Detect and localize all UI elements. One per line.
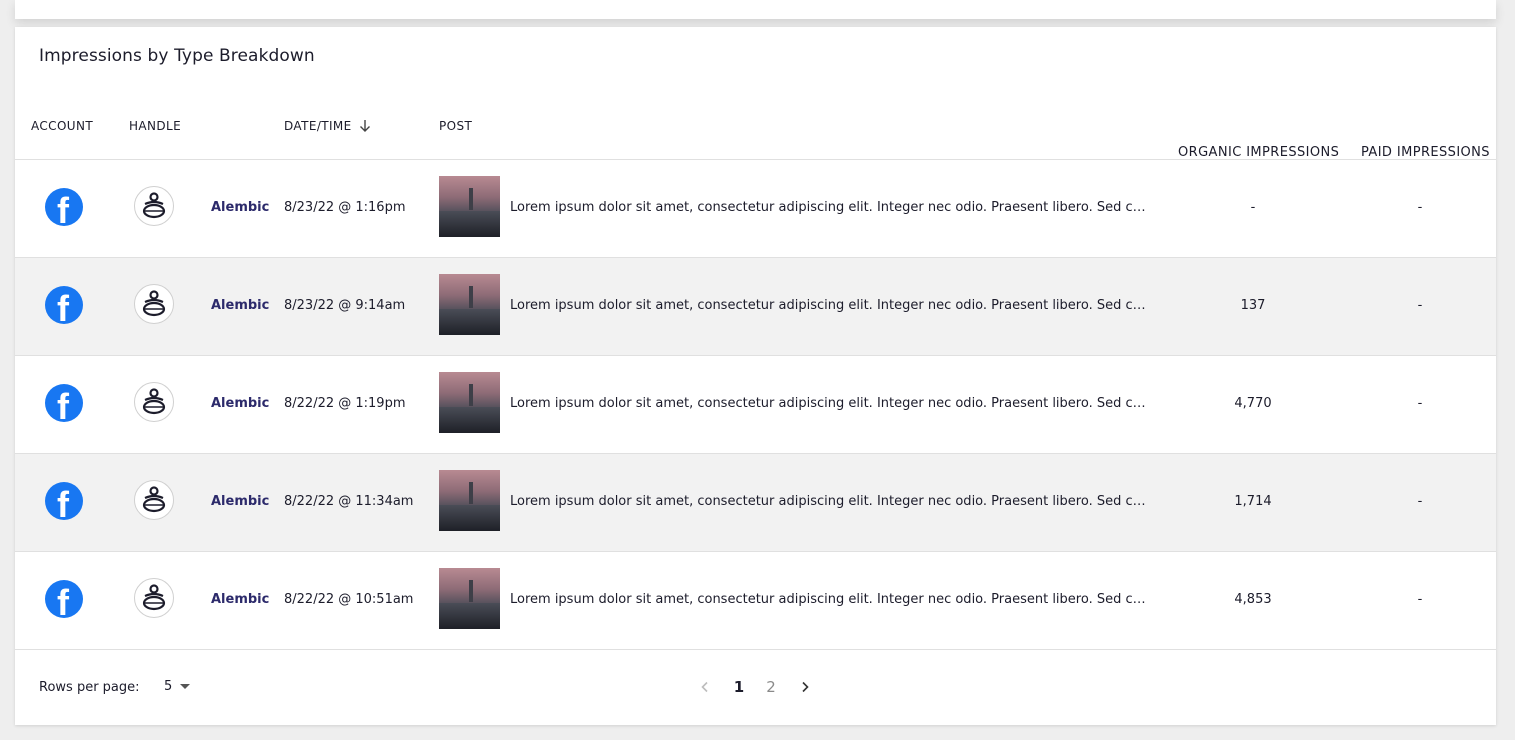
post-text[interactable]: Lorem ipsum dolor sit amet, consectetur … xyxy=(510,592,1150,607)
alembic-avatar xyxy=(134,480,174,520)
alembic-logo-icon xyxy=(142,290,166,317)
organic-impressions-value: 4,853 xyxy=(1234,592,1272,607)
alembic-avatar xyxy=(134,578,174,618)
table-header: ACCOUNT HANDLE DATE/TIME POST ORGANIC IM… xyxy=(15,105,1496,160)
paid-impressions-value: - xyxy=(1417,494,1423,509)
alembic-avatar xyxy=(134,186,174,226)
post-thumbnail[interactable] xyxy=(439,176,500,237)
post-thumbnail[interactable] xyxy=(439,274,500,335)
column-header-post: POST xyxy=(439,119,473,133)
handle-link[interactable]: Alembic xyxy=(211,396,269,411)
post-thumbnail[interactable] xyxy=(439,372,500,433)
handle-link[interactable]: Alembic xyxy=(211,592,269,607)
rows-per-page-value: 5 xyxy=(164,679,173,694)
chevron-left-icon xyxy=(701,681,708,693)
organic-impressions-value: - xyxy=(1250,200,1256,215)
table-row[interactable]: f Alembic 8/23/22 @ 1:16pm Lorem ipsum d… xyxy=(15,160,1496,258)
paid-impressions-value: - xyxy=(1417,298,1423,313)
handle-link[interactable]: Alembic xyxy=(211,298,269,313)
alembic-logo-icon xyxy=(142,192,166,219)
paid-impressions-value: - xyxy=(1417,592,1423,607)
section-title: Impressions by Type Breakdown xyxy=(39,46,315,66)
facebook-icon: f xyxy=(45,580,83,618)
post-thumbnail[interactable] xyxy=(439,470,500,531)
post-datetime: 8/22/22 @ 10:51am xyxy=(284,592,414,607)
alembic-logo-icon xyxy=(142,486,166,513)
column-header-paid: PAID IMPRESSIONS xyxy=(1361,145,1490,160)
post-text[interactable]: Lorem ipsum dolor sit amet, consectetur … xyxy=(510,200,1150,215)
facebook-icon: f xyxy=(45,482,83,520)
table-body: f Alembic 8/23/22 @ 1:16pm Lorem ipsum d… xyxy=(15,160,1496,650)
column-header-account: ACCOUNT xyxy=(31,119,94,133)
facebook-icon: f xyxy=(45,188,83,226)
alembic-logo-icon xyxy=(142,388,166,415)
previous-card xyxy=(15,0,1496,19)
paid-impressions-value: - xyxy=(1417,396,1423,411)
column-header-handle: HANDLE xyxy=(129,119,182,133)
page-2-button[interactable]: 2 xyxy=(755,678,787,696)
table-footer: Rows per page: 5 1 2 xyxy=(15,650,1496,725)
facebook-icon: f xyxy=(45,384,83,422)
post-text[interactable]: Lorem ipsum dolor sit amet, consectetur … xyxy=(510,396,1150,411)
organic-impressions-value: 1,714 xyxy=(1234,494,1272,509)
rows-per-page-label: Rows per page: xyxy=(39,680,140,695)
column-header-organic: ORGANIC IMPRESSIONS xyxy=(1178,145,1340,160)
chevron-right-icon xyxy=(802,681,809,693)
post-datetime: 8/23/22 @ 9:14am xyxy=(284,298,406,313)
table-row[interactable]: f Alembic 8/23/22 @ 9:14am Lorem ipsum d… xyxy=(15,258,1496,356)
post-datetime: 8/22/22 @ 1:19pm xyxy=(284,396,406,411)
post-text[interactable]: Lorem ipsum dolor sit amet, consectetur … xyxy=(510,494,1150,509)
table-row[interactable]: f Alembic 8/22/22 @ 11:34am Lorem ipsum … xyxy=(15,454,1496,552)
facebook-icon: f xyxy=(45,286,83,324)
sort-descending-icon xyxy=(359,120,370,132)
paid-impressions-value: - xyxy=(1417,200,1423,215)
table-row[interactable]: f Alembic 8/22/22 @ 1:19pm Lorem ipsum d… xyxy=(15,356,1496,454)
handle-link[interactable]: Alembic xyxy=(211,494,269,509)
organic-impressions-value: 137 xyxy=(1240,298,1266,313)
handle-link[interactable]: Alembic xyxy=(211,200,269,215)
column-header-datetime[interactable]: DATE/TIME xyxy=(284,119,372,133)
pagination: 1 2 xyxy=(695,677,815,697)
page-1-button[interactable]: 1 xyxy=(723,678,755,696)
alembic-avatar xyxy=(134,284,174,324)
alembic-avatar xyxy=(134,382,174,422)
caret-down-icon xyxy=(180,684,191,689)
post-text[interactable]: Lorem ipsum dolor sit amet, consectetur … xyxy=(510,298,1150,313)
post-datetime: 8/22/22 @ 11:34am xyxy=(284,494,414,509)
post-thumbnail[interactable] xyxy=(439,568,500,629)
organic-impressions-value: 4,770 xyxy=(1234,396,1272,411)
alembic-logo-icon xyxy=(142,584,166,611)
impressions-card: Impressions by Type Breakdown ACCOUNT HA… xyxy=(15,27,1496,725)
rows-per-page-select[interactable]: 5 xyxy=(164,679,191,694)
column-header-datetime-label: DATE/TIME xyxy=(284,119,352,133)
previous-page-button[interactable] xyxy=(695,677,715,697)
next-page-button[interactable] xyxy=(795,677,815,697)
table-row[interactable]: f Alembic 8/22/22 @ 10:51am Lorem ipsum … xyxy=(15,552,1496,650)
post-datetime: 8/23/22 @ 1:16pm xyxy=(284,200,406,215)
